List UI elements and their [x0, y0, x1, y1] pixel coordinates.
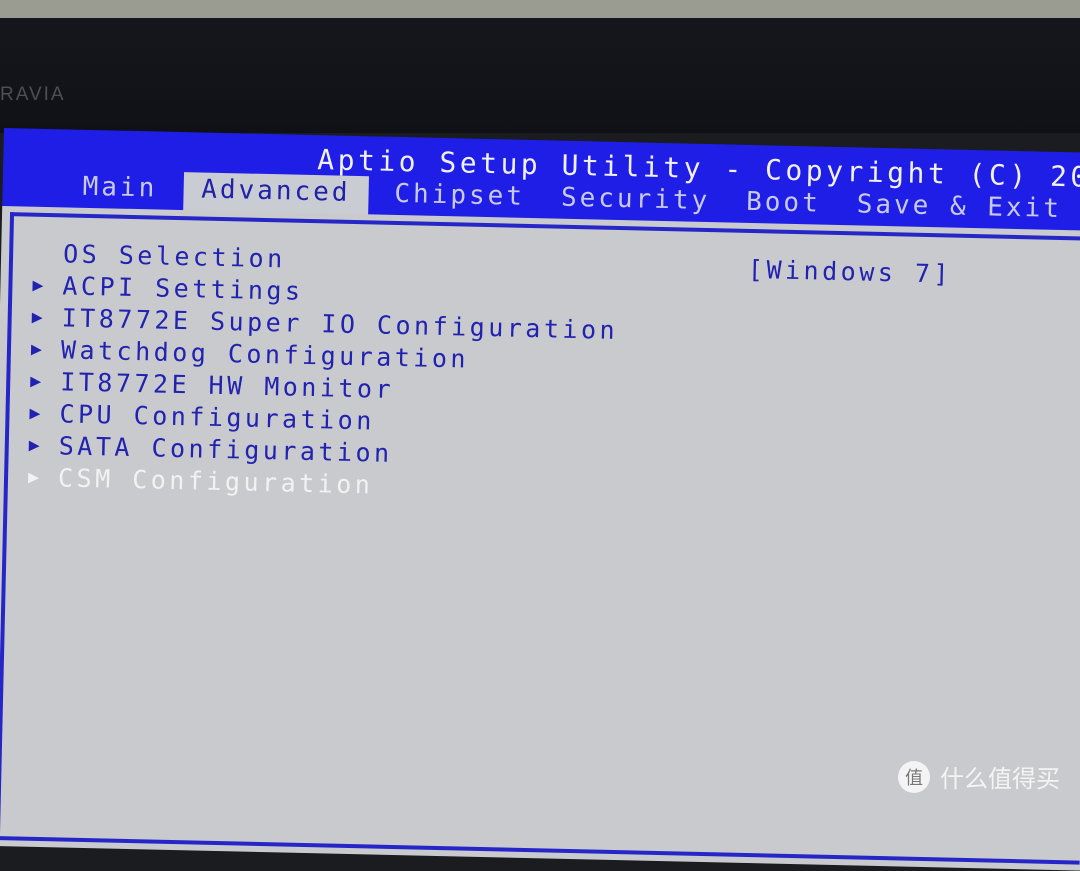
menu-list: OS Selection ▶ ACPI Settings ▶ IT8772E S… [28, 237, 620, 506]
submenu-arrow-icon: ▶ [31, 306, 47, 328]
tab-boot[interactable]: Boot [736, 185, 832, 227]
tab-chipset[interactable]: Chipset [384, 177, 535, 220]
submenu-arrow-icon: ▶ [30, 338, 46, 360]
monitor-brand-label: RAVIA [0, 84, 66, 105]
menu-item-label: ACPI Settings [62, 270, 304, 306]
submenu-arrow-icon: ▶ [30, 370, 45, 392]
monitor-bezel [0, 18, 1080, 133]
tab-main[interactable]: Main [72, 170, 168, 212]
submenu-arrow-icon: ▶ [32, 274, 48, 296]
submenu-arrow-icon: ▶ [29, 402, 45, 424]
submenu-arrow-icon: ▶ [28, 434, 44, 456]
submenu-arrow-icon: ▶ [27, 466, 43, 488]
menu-item-label: CSM Configuration [57, 462, 374, 499]
os-selection-value[interactable]: [Windows 7] [748, 255, 953, 289]
menu-item-label: OS Selection [62, 238, 287, 273]
watermark-text: 什么值得买 [940, 765, 1060, 793]
tab-security[interactable]: Security [550, 180, 720, 224]
watermark: 值 什么值得买 [898, 759, 1060, 794]
tab-advanced[interactable]: Advanced [182, 172, 369, 217]
watermark-logo-icon: 值 [898, 760, 930, 793]
bios-screen: Aptio Setup Utility - Copyright (C) 2019… [0, 128, 1080, 871]
